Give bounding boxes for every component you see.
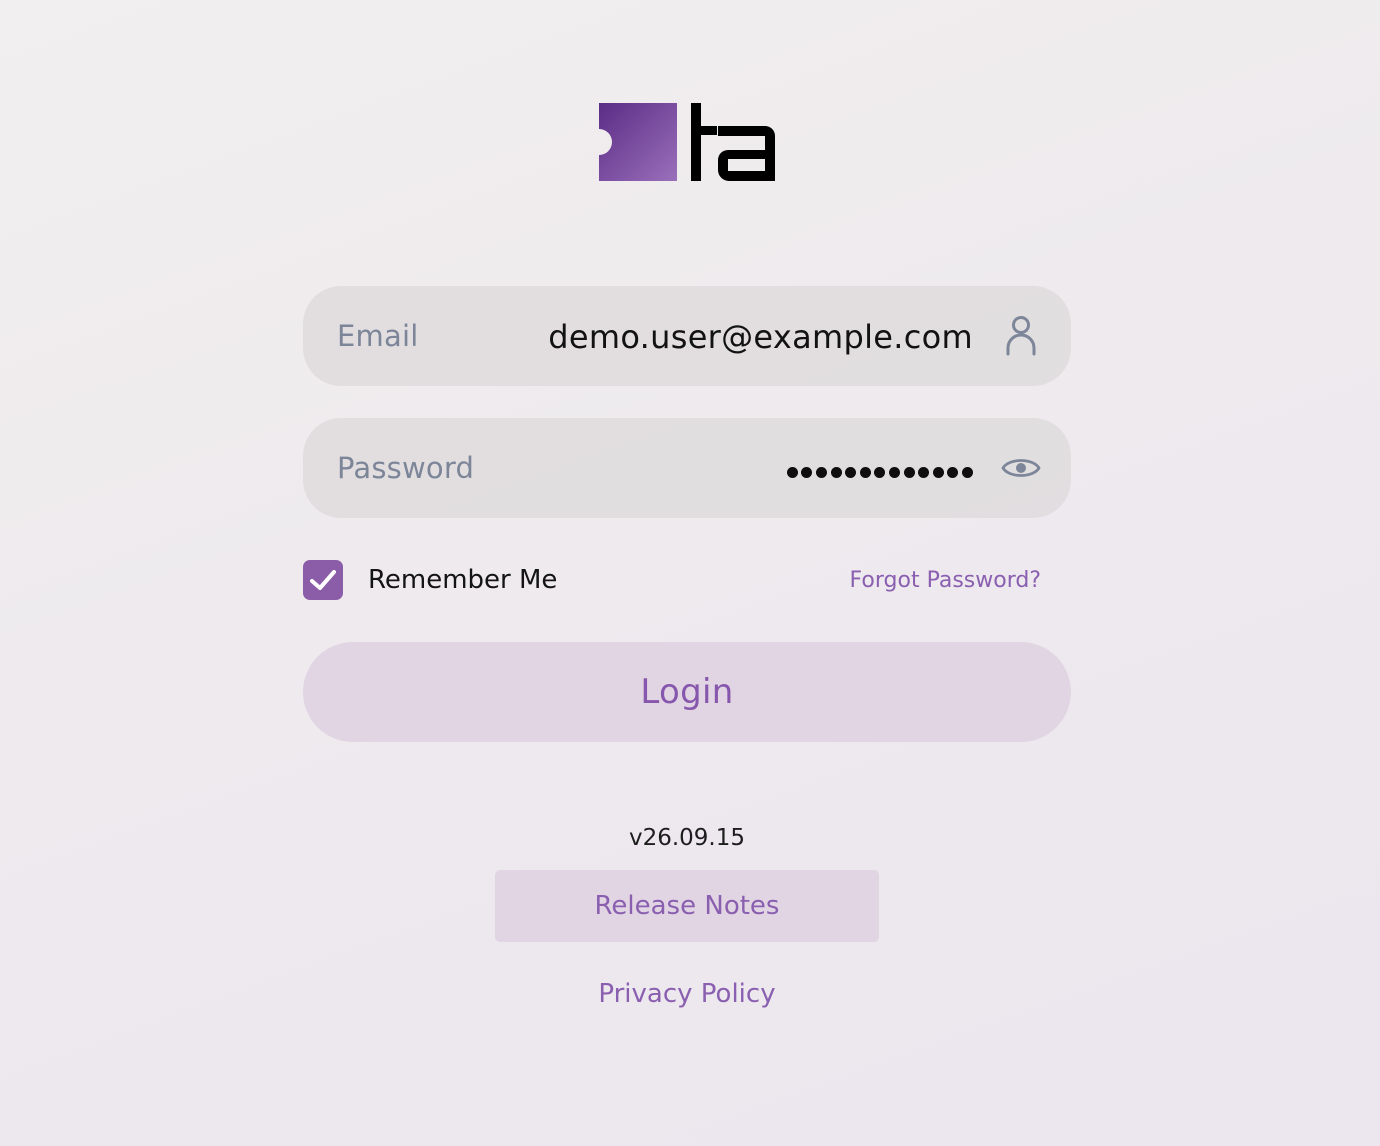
remember-me-checkbox[interactable] — [303, 560, 343, 600]
password-mask-dot — [889, 466, 901, 478]
password-mask-dot — [859, 466, 871, 478]
password-mask-dot — [845, 466, 857, 478]
password-mask-dot — [874, 466, 886, 478]
logo-mark — [599, 103, 776, 181]
email-label: Email — [337, 319, 419, 353]
version-text: v26.09.15 — [628, 825, 746, 851]
password-mask-dot — [962, 466, 973, 478]
app-logo — [598, 102, 778, 182]
password-mask-dot — [918, 466, 930, 478]
release-notes-button[interactable]: Release Notes — [495, 870, 879, 942]
forgot-password-link[interactable]: Forgot Password? — [850, 564, 1041, 598]
remember-me-label[interactable]: Remember Me — [368, 562, 557, 598]
password-input-value[interactable] — [786, 462, 973, 482]
email-field[interactable]: Email demo.user@example.com — [303, 286, 1071, 386]
password-mask-dot — [830, 466, 842, 478]
password-mask-dot — [816, 466, 828, 478]
password-mask-dot — [786, 466, 798, 478]
password-field[interactable]: Password — [303, 418, 1071, 518]
privacy-policy-link[interactable]: Privacy Policy — [0, 974, 1374, 1014]
password-mask-dot — [947, 466, 959, 478]
password-mask-dot — [903, 466, 915, 478]
login-button[interactable]: Login — [303, 642, 1071, 742]
user-icon — [1006, 316, 1036, 356]
password-label: Password — [337, 451, 475, 485]
eye-icon[interactable] — [1001, 446, 1041, 490]
checkmark-icon — [310, 570, 336, 590]
password-mask-dot — [932, 466, 944, 478]
password-mask-dot — [801, 466, 813, 478]
email-input-value[interactable]: demo.user@example.com — [548, 286, 973, 388]
